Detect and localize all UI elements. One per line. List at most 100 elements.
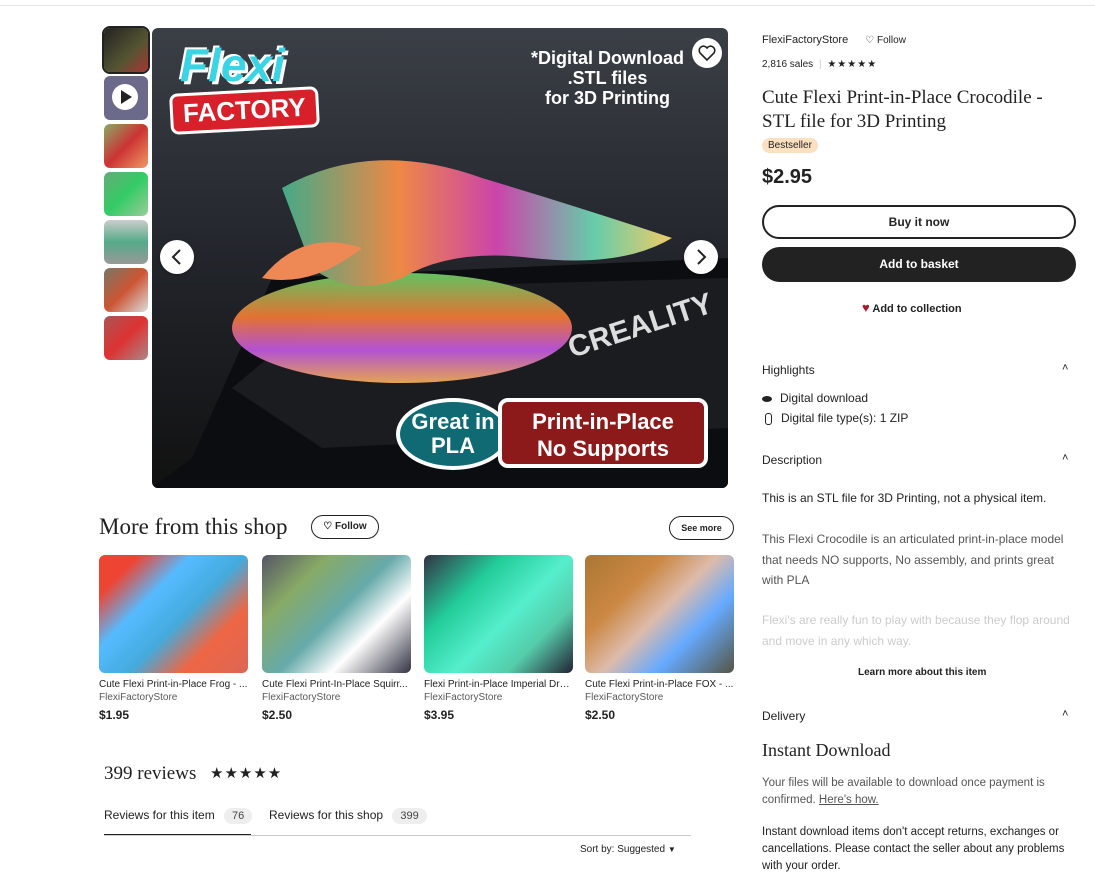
follow-label: Follow <box>335 521 367 532</box>
card-price: $3.95 <box>424 708 455 722</box>
add-to-basket-button[interactable]: Add to basket <box>762 247 1076 282</box>
gallery-thumb-7[interactable] <box>104 316 148 360</box>
digital-download-badge: *Digital Download .STL files for 3D Prin… <box>531 48 684 108</box>
squirrel-thumbnail <box>262 555 411 673</box>
price: $2.95 <box>762 166 813 188</box>
delivery-returns: Instant download items don't accept retu… <box>762 826 1065 872</box>
learn-more-button[interactable]: Learn more about this item <box>858 667 986 678</box>
description-p3: Flexi's are really fun to play with beca… <box>762 613 1070 648</box>
card-price: $2.50 <box>585 708 616 722</box>
badge-line-2: .STL files <box>567 68 648 88</box>
badge-line-3: for 3D Printing <box>545 88 670 108</box>
fox-thumbnail <box>585 555 734 673</box>
card-price: $1.95 <box>99 708 130 722</box>
frog-thumbnail <box>99 555 248 673</box>
card-title: Cute Flexi Print-in-Place Frog - ... <box>99 679 248 690</box>
caret-down-icon: ▼ <box>667 845 676 854</box>
tab-label: Reviews for this shop <box>269 808 384 822</box>
tab-reviews-shop[interactable]: Reviews for this shop 399 <box>269 808 427 824</box>
tabs-divider <box>104 835 691 836</box>
shop-item-card[interactable]: Cute Flexi Print-in-Place FOX - ... Flex… <box>585 555 734 722</box>
badge-line-1: *Digital Download <box>531 48 684 68</box>
card-price: $2.50 <box>262 708 293 722</box>
chevron-up-icon[interactable]: ˄ <box>1062 362 1068 374</box>
listing-title: Cute Flexi Print-in-Place Crocodile - ST… <box>762 87 1043 132</box>
logo-factory: FACTORY <box>169 86 320 135</box>
paperclip-icon <box>765 412 772 425</box>
shop-item-card[interactable]: Cute Flexi Print-In-Place Squirr... Flex… <box>262 555 411 722</box>
buy-now-button[interactable]: Buy it now <box>762 205 1076 239</box>
chevron-right-icon <box>697 249 707 265</box>
chevron-up-icon[interactable]: ˄ <box>1062 708 1068 720</box>
card-shop: FlexiFactoryStore <box>424 692 503 703</box>
tab-label: Reviews for this item <box>104 808 215 822</box>
pip-line-2: No Supports <box>537 436 669 461</box>
favorite-button[interactable] <box>692 38 722 68</box>
shop-rating-stars[interactable]: ★★★★★ <box>827 59 877 70</box>
heres-how-link[interactable]: Here's how. <box>819 794 879 806</box>
flexi-factory-logo: Flexi FACTORY <box>169 39 320 135</box>
follow-shop-button[interactable]: ♡ Follow <box>865 35 906 46</box>
bestseller-badge: Bestseller <box>762 138 818 153</box>
card-title: Cute Flexi Print-in-Place FOX - ... <box>585 679 734 690</box>
tab-count: 399 <box>392 808 427 824</box>
card-shop: FlexiFactoryStore <box>262 692 341 703</box>
card-title: Flexi Print-in-Place Imperial Dra... <box>424 679 573 690</box>
dragon-thumbnail <box>424 555 573 673</box>
heart-outline-icon: ♡ <box>865 35 875 46</box>
play-icon <box>112 84 138 110</box>
logo-flexi: Flexi <box>180 39 285 91</box>
sales-row: 2,816 sales | ★★★★★ <box>762 59 877 70</box>
heart-filled-icon: ♥ <box>862 300 870 315</box>
reviews-count: 399 reviews <box>104 763 197 784</box>
next-image-button[interactable] <box>684 240 718 274</box>
print-in-place-badge: Print-in-Place No Supports <box>498 398 708 468</box>
tab-count: 76 <box>224 808 253 824</box>
description-heading[interactable]: Description <box>762 453 822 467</box>
shop-name-row: FlexiFactoryStore ♡ Follow <box>762 34 906 46</box>
main-product-image: CREALITY Flexi FACTORY *Digital Download… <box>152 28 728 488</box>
gallery-thumb-6[interactable] <box>104 268 148 312</box>
reviews-stars: ★★★★★ <box>210 765 283 782</box>
card-shop: FlexiFactoryStore <box>585 692 664 703</box>
gallery-thumb-1[interactable] <box>102 26 150 74</box>
sales-count: 2,816 sales <box>762 59 814 70</box>
delivery-heading[interactable]: Delivery <box>762 709 805 723</box>
shop-item-card[interactable]: Cute Flexi Print-in-Place Frog - ... Fle… <box>99 555 248 722</box>
highlights-heading[interactable]: Highlights <box>762 363 815 377</box>
card-shop: FlexiFactoryStore <box>99 692 178 703</box>
pla-line-2: PLA <box>431 433 475 458</box>
top-divider <box>0 0 1095 6</box>
heart-outline-icon: ♡ <box>323 521 333 532</box>
follow-label: Follow <box>877 35 906 46</box>
description-p1: This is an STL file for 3D Printing, not… <box>762 491 1047 505</box>
add-to-collection-label: Add to collection <box>872 303 962 315</box>
add-to-collection-button[interactable]: ♥ Add to collection <box>862 300 962 315</box>
great-in-pla-badge: Great in PLA <box>396 398 510 470</box>
gallery-thumb-video[interactable] <box>104 76 148 120</box>
see-more-button[interactable]: See more <box>669 516 734 540</box>
card-title: Cute Flexi Print-In-Place Squirr... <box>262 679 408 690</box>
prev-image-button[interactable] <box>160 240 194 274</box>
more-from-shop-heading: More from this shop <box>99 514 288 539</box>
highlight-digital-download: Digital download <box>762 391 868 405</box>
gallery-thumb-5[interactable] <box>104 220 148 264</box>
sort-dropdown[interactable]: Sort by: Suggested ▼ <box>580 844 676 855</box>
delivery-info: Your files will be available to download… <box>762 775 1080 809</box>
gallery-thumb-3[interactable] <box>104 124 148 168</box>
highlight-file-type: Digital file type(s): 1 ZIP <box>762 411 908 425</box>
pla-line-1: Great in <box>411 409 495 434</box>
shop-item-card[interactable]: Flexi Print-in-Place Imperial Dra... Fle… <box>424 555 573 722</box>
divider: | <box>818 59 822 70</box>
description-p2: This Flexi Crocodile is an articulated p… <box>762 532 1064 587</box>
download-icon <box>762 395 772 402</box>
delivery-title: Instant Download <box>762 740 891 760</box>
follow-shop-button-2[interactable]: ♡ Follow <box>311 515 379 539</box>
shop-name-link[interactable]: FlexiFactoryStore <box>762 34 848 46</box>
gallery-thumb-4[interactable] <box>104 172 148 216</box>
highlight-text: Digital file type(s): 1 ZIP <box>781 411 909 425</box>
pip-line-1: Print-in-Place <box>532 409 674 434</box>
chevron-up-icon[interactable]: ˄ <box>1062 452 1068 464</box>
heart-outline-icon <box>698 45 716 62</box>
tab-reviews-item[interactable]: Reviews for this item 76 <box>104 808 253 824</box>
